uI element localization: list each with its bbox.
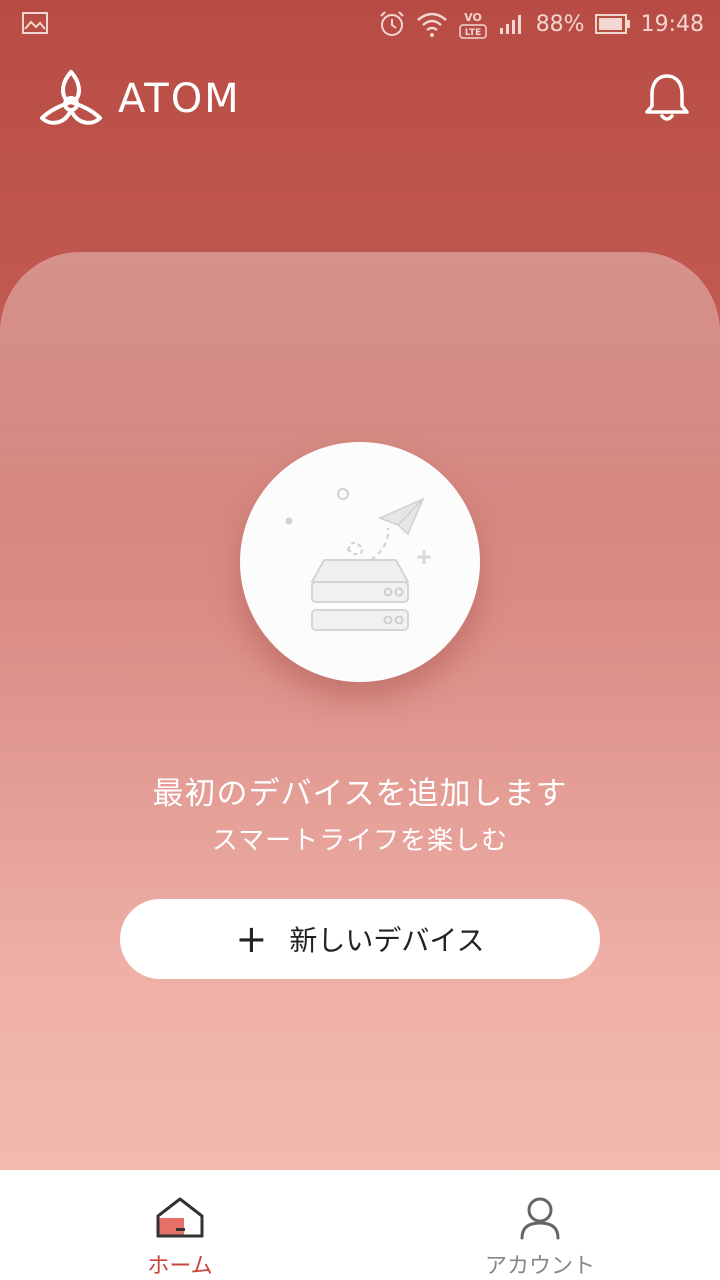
empty-state-title: 最初のデバイスを追加します (152, 776, 568, 812)
bottom-navigation: ホーム アカウント (0, 1170, 720, 1280)
battery-icon (594, 13, 631, 35)
svg-text:VO: VO (464, 11, 482, 24)
nav-account-label: アカウント (484, 1254, 595, 1279)
brand-name: ATOM (118, 76, 241, 122)
notification-bell-icon[interactable] (644, 72, 690, 126)
wifi-icon (416, 10, 448, 38)
screen: VO LTE 88% 19:48 ATOM 最初のデバイスを追加します スマート… (0, 0, 720, 1280)
add-new-device-button[interactable]: + 新しいデバイス (120, 899, 600, 979)
battery-percent: 88% (535, 11, 585, 37)
add-device-label: 新しいデバイス (289, 924, 485, 957)
plus-icon: + (235, 917, 268, 961)
content-panel (0, 252, 720, 1172)
signal-icon (498, 12, 526, 36)
svg-text:LTE: LTE (464, 28, 481, 38)
app-header: ATOM (0, 60, 720, 140)
status-bar: VO LTE 88% 19:48 (0, 0, 720, 50)
atom-logo-icon (40, 70, 102, 125)
home-icon (156, 1197, 204, 1238)
alarm-icon (378, 10, 406, 38)
nav-home-label: ホーム (147, 1254, 213, 1279)
person-icon (520, 1197, 560, 1240)
clock: 19:48 (640, 11, 704, 37)
nav-account-tab[interactable]: アカウント (440, 1170, 640, 1280)
volte-icon: VO LTE (458, 8, 488, 40)
gallery-notification-icon (22, 12, 48, 40)
empty-state-subtitle: スマートライフを楽しむ (211, 826, 509, 856)
empty-device-illustration (240, 442, 480, 682)
app-logo: ATOM (38, 68, 241, 130)
nav-home-tab[interactable]: ホーム (80, 1170, 280, 1280)
